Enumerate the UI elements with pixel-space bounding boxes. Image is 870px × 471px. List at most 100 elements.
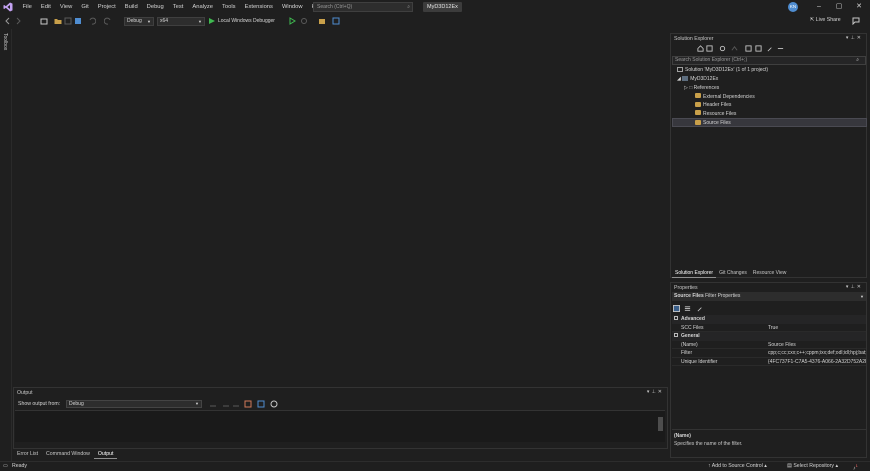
tree-item-external-dependencies[interactable]: External Dependencies (695, 93, 755, 102)
live-share-label: Live Share (815, 17, 841, 23)
close-icon[interactable]: ✕ (857, 35, 863, 41)
tree-item-solution[interactable]: Solution 'MyD3D12Ex' (1 of 1 project) (677, 66, 768, 75)
home-icon[interactable] (697, 45, 704, 52)
menu-edit[interactable]: Edit (36, 4, 55, 10)
category-advanced[interactable]: Advanced (672, 315, 866, 324)
show-all-files-icon[interactable] (755, 45, 762, 52)
window-layout-icon[interactable] (318, 17, 326, 25)
timestamp-icon[interactable] (270, 400, 278, 408)
new-project-icon[interactable] (40, 17, 48, 25)
output-text-area[interactable] (15, 410, 665, 442)
menu-extensions[interactable]: Extensions (240, 4, 277, 10)
tree-item-source-files[interactable]: Source Files (672, 118, 867, 127)
previous-message-icon[interactable] (222, 400, 230, 408)
property-value[interactable]: {4FC737F1-C7A5-4376-A066-2A32D752A2FF} (768, 358, 866, 367)
property-row[interactable]: Filter cpp;c;cc;cxx;c++;cppm;ixx;def;odl… (672, 349, 866, 358)
description-text: Specifies the name of the filter. (674, 441, 743, 447)
account-avatar[interactable]: KN (788, 2, 798, 12)
property-value[interactable]: cpp;c;cc;cxx;c++;cppm;ixx;def;odl;idl;hp… (768, 349, 866, 358)
notification-count: 1 (855, 463, 858, 468)
menu-view[interactable]: View (55, 4, 76, 10)
word-wrap-icon[interactable] (257, 400, 265, 408)
back-icon[interactable] (4, 17, 12, 25)
switch-views-icon[interactable] (706, 45, 713, 52)
property-row[interactable]: Unique Identifier {4FC737F1-C7A5-4376-A0… (672, 358, 866, 367)
menu-bar: File Edit View Git Project Build Debug T… (18, 0, 328, 14)
properties-title: Properties (674, 285, 698, 291)
scrollbar-thumb[interactable] (658, 417, 663, 431)
solution-explorer-tabs: Solution Explorer Git Changes Resource V… (672, 269, 789, 278)
menu-git[interactable]: Git (77, 4, 93, 10)
next-message-icon[interactable] (232, 400, 240, 408)
collapse-icon[interactable] (674, 316, 678, 320)
tab-command-window[interactable]: Command Window (42, 449, 94, 459)
find-message-icon[interactable] (209, 400, 217, 408)
category-general[interactable]: General (672, 332, 866, 341)
clear-all-icon[interactable] (244, 400, 252, 408)
redo-icon[interactable] (104, 17, 112, 25)
tab-solution-explorer[interactable]: Solution Explorer (672, 269, 717, 278)
forward-icon[interactable] (14, 17, 22, 25)
refresh-icon[interactable] (300, 17, 308, 25)
tree-item-resource-files[interactable]: Resource Files (695, 110, 736, 119)
tab-resource-view[interactable]: Resource View (750, 269, 790, 278)
property-row[interactable]: SCC Files True (672, 324, 866, 333)
menu-tools[interactable]: Tools (218, 4, 241, 10)
output-source-select[interactable]: Debug ▼ (66, 400, 202, 408)
property-value[interactable]: True (768, 324, 866, 333)
tree-item-header-files[interactable]: Header Files (695, 101, 731, 110)
save-all-icon[interactable] (74, 17, 82, 25)
preview-icon[interactable] (777, 45, 784, 52)
undo-icon[interactable] (88, 17, 96, 25)
menu-project[interactable]: Project (93, 4, 120, 10)
live-share-button[interactable]: ⇱ Live Share (810, 17, 841, 23)
editor-area[interactable] (13, 29, 668, 385)
panel-controls: ▾⊥✕ (846, 284, 863, 290)
menu-build[interactable]: Build (120, 4, 142, 10)
tab-output[interactable]: Output (93, 449, 118, 459)
maximize-button[interactable]: ▢ (830, 0, 848, 14)
add-to-source-control-button[interactable]: ↑ Add to Source Control ▴ (708, 463, 767, 469)
properties-wrench-icon[interactable] (767, 45, 774, 52)
alphabetical-icon[interactable] (684, 305, 691, 312)
solution-name-badge[interactable]: MyD3D12Ex (423, 2, 462, 12)
sync-icon[interactable] (731, 45, 738, 52)
solution-configuration-select[interactable]: Debug ▼ (124, 17, 154, 26)
menu-debug[interactable]: Debug (142, 4, 168, 10)
menu-file[interactable]: File (18, 4, 36, 10)
properties-object-select[interactable]: Source Files Filter Properties ▼ (672, 292, 866, 301)
notifications-button[interactable]: ♪1 (853, 463, 858, 471)
toolbox-tab[interactable]: Toolbox (2, 33, 8, 50)
select-repository-button[interactable]: ▤ Select Repository ▴ (787, 463, 838, 469)
feedback-icon[interactable] (852, 17, 860, 25)
solution-platform-select[interactable]: x64 ▼ (157, 17, 205, 26)
start-debugging-button[interactable]: Local Windows Debugger (208, 17, 275, 26)
properties-object-type: Filter Properties (705, 293, 741, 299)
tab-error-list[interactable]: Error List (13, 449, 42, 459)
solution-explorer-search-input[interactable]: Search Solution Explorer (Ctrl+;) ⌕ (672, 56, 866, 65)
open-folder-icon[interactable] (54, 17, 62, 25)
toolbar-overflow-icon[interactable] (332, 17, 340, 25)
save-icon[interactable] (64, 17, 72, 25)
pending-changes-filter-icon[interactable] (719, 45, 726, 52)
property-value[interactable]: Source Files (768, 341, 866, 350)
collapse-icon[interactable] (674, 333, 678, 337)
categorized-icon[interactable] (673, 305, 680, 312)
vertical-scrollbar[interactable] (658, 412, 663, 440)
close-button[interactable]: ✕ (850, 0, 868, 14)
property-row[interactable]: (Name) Source Files (672, 341, 866, 350)
tree-item-references[interactable]: ▷ □ References (684, 84, 719, 93)
property-pages-wrench-icon[interactable] (697, 305, 704, 312)
menu-test[interactable]: Test (168, 4, 188, 10)
close-icon[interactable]: ✕ (658, 389, 664, 395)
tree-item-project[interactable]: ◢ MyD3D12Ex (677, 75, 718, 84)
collapse-all-icon[interactable] (745, 45, 752, 52)
search-input[interactable]: Search (Ctrl+Q) ⌕ (313, 2, 413, 12)
menu-window[interactable]: Window (277, 4, 307, 10)
close-icon[interactable]: ✕ (857, 284, 863, 290)
start-without-debugging-icon[interactable] (288, 17, 296, 25)
minimize-button[interactable]: – (810, 0, 828, 14)
horizontal-scrollbar[interactable] (18, 443, 658, 446)
tab-git-changes[interactable]: Git Changes (716, 269, 750, 278)
menu-analyze[interactable]: Analyze (188, 4, 218, 10)
